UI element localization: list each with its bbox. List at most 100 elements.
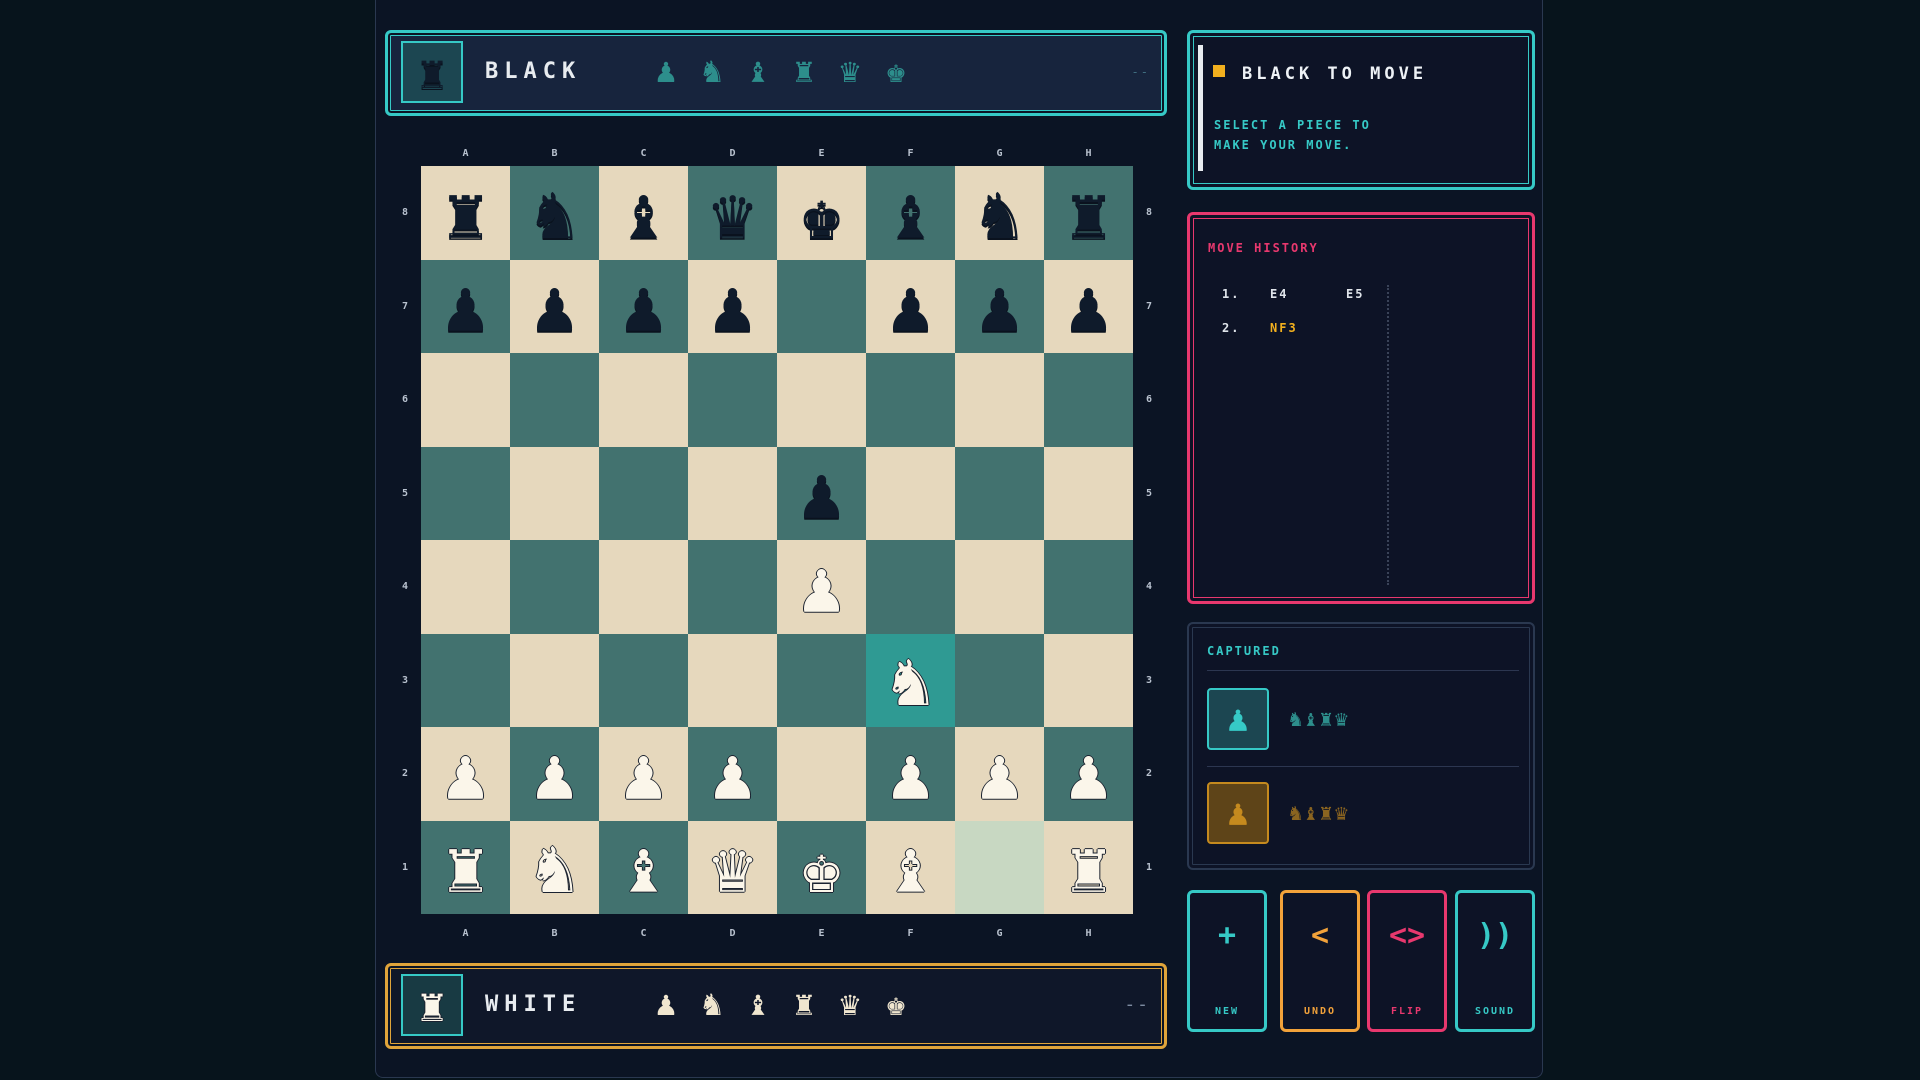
square-g6[interactable] (955, 353, 1044, 447)
square-c5[interactable] (599, 446, 688, 540)
white-pawn-icon[interactable]: ♟ (800, 551, 843, 623)
square-b6[interactable] (510, 353, 599, 447)
black-pawn-icon[interactable]: ♟ (711, 270, 754, 342)
white-knight-icon[interactable]: ♞ (533, 831, 576, 903)
white-pawn-icon[interactable]: ♟ (1067, 738, 1110, 810)
square-a5[interactable] (421, 446, 510, 540)
square-f2[interactable]: ♟ (866, 727, 955, 821)
square-c6[interactable] (599, 353, 688, 447)
square-d6[interactable] (688, 353, 777, 447)
square-b4[interactable] (510, 540, 599, 634)
white-pawn-icon[interactable]: ♟ (444, 738, 487, 810)
black-pawn-icon[interactable]: ♟ (889, 270, 932, 342)
black-pawn-icon[interactable]: ♟ (622, 270, 665, 342)
black-pawn-icon[interactable]: ♟ (800, 457, 843, 529)
square-e6[interactable] (777, 353, 866, 447)
square-h3[interactable] (1044, 633, 1133, 727)
square-h8[interactable]: ♜ (1044, 166, 1133, 260)
white-pawn-icon[interactable]: ♟ (711, 738, 754, 810)
square-d8[interactable]: ♛ (688, 166, 777, 260)
square-f3[interactable]: ♞ (866, 633, 955, 727)
sound-button[interactable]: )) SOUND (1455, 890, 1535, 1032)
square-e8[interactable]: ♚ (777, 166, 866, 260)
white-pawn-icon[interactable]: ♟ (978, 738, 1021, 810)
square-f8[interactable]: ♝ (866, 166, 955, 260)
white-bishop-icon[interactable]: ♝ (622, 831, 665, 903)
square-c3[interactable] (599, 633, 688, 727)
square-f5[interactable] (866, 446, 955, 540)
square-b3[interactable] (510, 633, 599, 727)
square-g7[interactable]: ♟ (955, 259, 1044, 353)
white-rook-icon[interactable]: ♜ (1067, 831, 1110, 903)
square-g5[interactable] (955, 446, 1044, 540)
square-f1[interactable]: ♝ (866, 820, 955, 914)
square-h6[interactable] (1044, 353, 1133, 447)
black-king-icon[interactable]: ♚ (800, 177, 843, 249)
white-pawn-icon[interactable]: ♟ (533, 738, 576, 810)
square-a3[interactable] (421, 633, 510, 727)
white-rook-icon[interactable]: ♜ (444, 831, 487, 903)
square-d5[interactable] (688, 446, 777, 540)
black-pawn-icon[interactable]: ♟ (533, 270, 576, 342)
white-king-icon[interactable]: ♚ (800, 831, 843, 903)
square-a4[interactable] (421, 540, 510, 634)
square-b1[interactable]: ♞ (510, 820, 599, 914)
black-bishop-icon[interactable]: ♝ (889, 177, 932, 249)
new-game-button[interactable]: + NEW (1187, 890, 1267, 1032)
move-row[interactable]: 2. NF3 (1222, 321, 1346, 335)
black-pawn-icon[interactable]: ♟ (444, 270, 487, 342)
square-c4[interactable] (599, 540, 688, 634)
black-knight-icon[interactable]: ♞ (533, 177, 576, 249)
square-e7[interactable] (777, 259, 866, 353)
square-d2[interactable]: ♟ (688, 727, 777, 821)
white-pawn-icon[interactable]: ♟ (622, 738, 665, 810)
black-bishop-icon[interactable]: ♝ (622, 177, 665, 249)
square-d4[interactable] (688, 540, 777, 634)
white-pawn-icon[interactable]: ♟ (889, 738, 932, 810)
square-h4[interactable] (1044, 540, 1133, 634)
square-a7[interactable]: ♟ (421, 259, 510, 353)
square-h7[interactable]: ♟ (1044, 259, 1133, 353)
black-knight-icon[interactable]: ♞ (978, 177, 1021, 249)
square-e5[interactable]: ♟ (777, 446, 866, 540)
square-d1[interactable]: ♛ (688, 820, 777, 914)
square-f4[interactable] (866, 540, 955, 634)
black-pawn-icon[interactable]: ♟ (978, 270, 1021, 342)
square-e3[interactable] (777, 633, 866, 727)
undo-button[interactable]: < UNDO (1280, 890, 1360, 1032)
square-b7[interactable]: ♟ (510, 259, 599, 353)
black-rook-icon[interactable]: ♜ (1067, 177, 1110, 249)
square-b2[interactable]: ♟ (510, 727, 599, 821)
square-g2[interactable]: ♟ (955, 727, 1044, 821)
square-e1[interactable]: ♚ (777, 820, 866, 914)
square-a6[interactable] (421, 353, 510, 447)
square-d7[interactable]: ♟ (688, 259, 777, 353)
square-b8[interactable]: ♞ (510, 166, 599, 260)
square-e2[interactable] (777, 727, 866, 821)
square-e4[interactable]: ♟ (777, 540, 866, 634)
square-f7[interactable]: ♟ (866, 259, 955, 353)
square-c7[interactable]: ♟ (599, 259, 688, 353)
move-row[interactable]: 1. E4 E5 (1222, 287, 1364, 301)
square-h1[interactable]: ♜ (1044, 820, 1133, 914)
white-knight-icon[interactable]: ♞ (889, 644, 932, 716)
white-queen-icon[interactable]: ♛ (711, 831, 754, 903)
black-queen-icon[interactable]: ♛ (711, 177, 754, 249)
square-a2[interactable]: ♟ (421, 727, 510, 821)
square-c8[interactable]: ♝ (599, 166, 688, 260)
square-c1[interactable]: ♝ (599, 820, 688, 914)
black-pawn-icon[interactable]: ♟ (1067, 270, 1110, 342)
square-g4[interactable] (955, 540, 1044, 634)
square-h5[interactable] (1044, 446, 1133, 540)
square-f6[interactable] (866, 353, 955, 447)
square-a1[interactable]: ♜ (421, 820, 510, 914)
square-g3[interactable] (955, 633, 1044, 727)
square-d3[interactable] (688, 633, 777, 727)
white-bishop-icon[interactable]: ♝ (889, 831, 932, 903)
square-b5[interactable] (510, 446, 599, 540)
square-c2[interactable]: ♟ (599, 727, 688, 821)
square-g8[interactable]: ♞ (955, 166, 1044, 260)
square-a8[interactable]: ♜ (421, 166, 510, 260)
black-rook-icon[interactable]: ♜ (444, 177, 487, 249)
square-h2[interactable]: ♟ (1044, 727, 1133, 821)
